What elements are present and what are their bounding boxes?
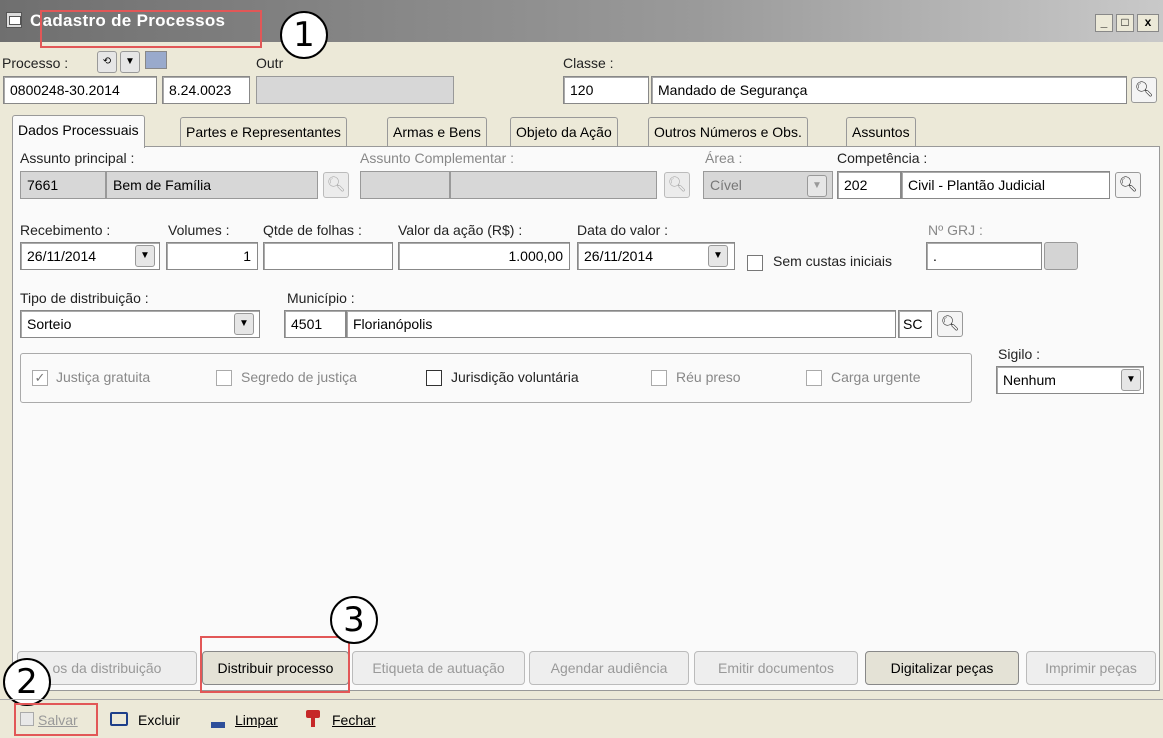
chevron-down-icon[interactable]: ▼ <box>1121 369 1141 391</box>
folhas-label: Qtde de folhas : <box>263 222 362 238</box>
competencia-label: Competência : <box>837 150 928 166</box>
municipio-label: Município : <box>287 290 355 306</box>
agendar-audiencia-button[interactable]: Agendar audiência <box>529 651 689 685</box>
grj-label: Nº GRJ : <box>928 222 983 238</box>
imprimir-pecas-button[interactable]: Imprimir peças <box>1026 651 1156 685</box>
chevron-down-icon[interactable]: ▼ <box>120 51 140 73</box>
classe-label: Classe : <box>563 55 614 71</box>
municipio-search-button[interactable]: 🔍︎ <box>937 311 963 337</box>
chevron-down-icon[interactable]: ▼ <box>135 245 155 267</box>
reu-preso-checkbox[interactable] <box>651 370 667 386</box>
save-icon <box>20 712 34 726</box>
competencia-search-button[interactable]: 🔍︎ <box>1115 172 1141 198</box>
tab-partes-representantes[interactable]: Partes e Representantes <box>180 117 347 147</box>
chevron-down-icon[interactable]: ▼ <box>708 245 728 267</box>
tab-objeto-acao[interactable]: Objeto da Ação <box>510 117 618 147</box>
area-label: Área : <box>705 150 743 166</box>
competencia-codigo[interactable]: 202 <box>837 171 901 199</box>
recebimento-label: Recebimento : <box>20 222 111 238</box>
municipio-codigo[interactable]: 4501 <box>284 310 346 338</box>
assunto-principal-search-button[interactable]: 🔍︎ <box>323 172 349 198</box>
sem-custas-label: Sem custas iniciais <box>773 253 893 269</box>
municipio-nome[interactable]: Florianópolis <box>346 310 896 338</box>
tab-dados-processuais[interactable]: Dados Processuais <box>12 115 145 148</box>
annotation-box-distribuir <box>200 636 350 693</box>
outros-label: Outr <box>256 55 284 71</box>
assunto-complementar-codigo[interactable] <box>360 171 450 199</box>
tab-assuntos[interactable]: Assuntos <box>846 117 916 147</box>
tipo-distribuicao-label: Tipo de distribuição : <box>20 290 149 306</box>
volumes-label: Volumes : <box>168 222 230 238</box>
limpar-button[interactable]: Limpar <box>235 711 278 729</box>
data-valor-label: Data do valor : <box>577 222 669 238</box>
etiqueta-autuacao-button[interactable]: Etiqueta de autuação <box>352 651 525 685</box>
justica-gratuita-checkbox[interactable]: ✓ <box>32 370 48 386</box>
assunto-principal-label: Assunto principal : <box>20 150 135 166</box>
delete-icon <box>110 712 128 726</box>
exit-icon-stem <box>311 717 315 727</box>
close-button[interactable]: x <box>1137 14 1159 32</box>
broom-icon <box>211 710 225 728</box>
magnifier-icon: 🔍︎ <box>326 176 346 193</box>
volumes-field[interactable]: 1 <box>166 242 258 270</box>
classe-nome-field[interactable]: Mandado de Segurança <box>651 76 1127 104</box>
tab-armas-bens[interactable]: Armas e Bens <box>387 117 487 147</box>
grid-icon[interactable] <box>145 51 167 69</box>
magnifier-icon: 🔍︎ <box>667 176 687 193</box>
digitalizar-pecas-button[interactable]: Digitalizar peças <box>865 651 1019 685</box>
chevron-down-icon[interactable]: ▼ <box>234 313 254 335</box>
segredo-justica-label: Segredo de justiça <box>241 369 357 385</box>
maximize-button[interactable]: □ <box>1116 14 1134 32</box>
processo-orgao-field[interactable]: 8.24.0023 <box>162 76 250 104</box>
folhas-field[interactable] <box>263 242 393 270</box>
sem-custas-checkbox[interactable] <box>747 255 763 271</box>
assunto-complementar-nome[interactable] <box>450 171 657 199</box>
sigilo-label: Sigilo : <box>998 346 1041 362</box>
competencia-nome[interactable]: Civil - Plantão Judicial <box>901 171 1110 199</box>
grj-button[interactable] <box>1044 242 1078 270</box>
salvar-button[interactable]: Salvar <box>38 711 78 729</box>
valor-label: Valor da ação (R$) : <box>398 222 523 238</box>
annotation-box-title <box>40 10 262 48</box>
assunto-principal-nome[interactable]: Bem de Família <box>106 171 318 199</box>
carga-urgente-label: Carga urgente <box>831 369 921 385</box>
magnifier-icon: 🔍︎ <box>940 315 960 332</box>
minimize-button[interactable]: _ <box>1095 14 1113 32</box>
tipo-distribuicao-select[interactable]: Sorteio <box>20 310 260 338</box>
classe-search-button[interactable]: 🔍︎ <box>1131 77 1157 103</box>
window-icon <box>6 12 22 28</box>
jurisdicao-voluntaria-label: Jurisdição voluntária <box>451 369 579 385</box>
fechar-button[interactable]: Fechar <box>332 711 376 729</box>
valor-field[interactable]: 1.000,00 <box>398 242 570 270</box>
assunto-principal-codigo[interactable]: 7661 <box>20 171 106 199</box>
annotation-circle-1: 1 <box>280 11 328 59</box>
reu-preso-label: Réu preso <box>676 369 741 385</box>
outros-field[interactable] <box>256 76 454 104</box>
chevron-down-icon[interactable]: ▼ <box>807 175 827 197</box>
processo-label: Processo : <box>2 55 69 71</box>
annotation-circle-3: 3 <box>330 596 378 644</box>
processo-numero-field[interactable]: 0800248-30.2014 <box>3 76 157 104</box>
assunto-complementar-search-button[interactable]: 🔍︎ <box>664 172 690 198</box>
tab-outros-numeros[interactable]: Outros Números e Obs. <box>648 117 808 147</box>
excluir-button[interactable]: Excluir <box>138 711 180 729</box>
toolbar-separator <box>0 699 1163 700</box>
segredo-justica-checkbox[interactable] <box>216 370 232 386</box>
municipio-uf[interactable]: SC <box>898 310 932 338</box>
carga-urgente-checkbox[interactable] <box>806 370 822 386</box>
assunto-complementar-label: Assunto Complementar : <box>360 150 515 166</box>
emitir-documentos-button[interactable]: Emitir documentos <box>694 651 858 685</box>
magnifier-icon: 🔍︎ <box>1134 81 1154 98</box>
grj-field[interactable]: . <box>926 242 1042 270</box>
magnifier-icon: 🔍︎ <box>1118 176 1138 193</box>
refresh-icon[interactable]: ⟲ <box>97 51 117 73</box>
classe-codigo-field[interactable]: 120 <box>563 76 649 104</box>
justica-gratuita-label: Justiça gratuita <box>56 369 151 385</box>
jurisdicao-voluntaria-checkbox[interactable] <box>426 370 442 386</box>
